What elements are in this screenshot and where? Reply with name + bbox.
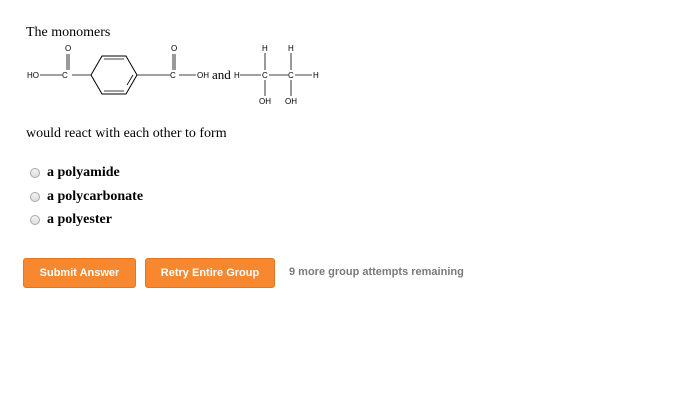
choice-label: a polycarbonate [47, 189, 144, 204]
h-label-left: H [234, 71, 240, 80]
attempts-remaining-text: 9 more group attempts remaining [289, 266, 464, 278]
carbon-label-2: C [170, 71, 176, 80]
monomer-structures: HO C O C O OH and H C H OH C H OH H [27, 44, 319, 106]
h-label-top-2: H [288, 44, 294, 53]
ho-label: HO [27, 71, 39, 80]
submit-answer-button[interactable]: Submit Answer [23, 258, 136, 288]
oxygen-label-1: O [65, 44, 71, 53]
choice-polycarbonate[interactable]: a polycarbonate [30, 189, 143, 205]
h-label-top-1: H [262, 44, 268, 53]
ethylene-glycol-structure: H C H OH C H OH H [234, 44, 319, 106]
choice-label: a polyamide [47, 165, 120, 180]
oh-label-2: OH [285, 97, 297, 106]
oh-label: OH [197, 71, 209, 80]
radio-button[interactable] [30, 215, 40, 225]
question-intro: The monomers [26, 25, 111, 40]
choice-polyester[interactable]: a polyester [30, 212, 112, 228]
choice-label: a polyester [47, 212, 112, 227]
terephthalic-acid-structure: HO C O C O OH [27, 44, 209, 95]
carbon-label-1: C [62, 71, 68, 80]
oh-label-1: OH [259, 97, 271, 106]
carbon-label-4: C [288, 71, 294, 80]
radio-button[interactable] [30, 168, 40, 178]
choice-polyamide[interactable]: a polyamide [30, 165, 120, 181]
h-label-right: H [313, 71, 319, 80]
question-outro: would react with each other to form [26, 126, 227, 141]
and-text: and [212, 67, 231, 82]
retry-entire-group-button[interactable]: Retry Entire Group [145, 258, 275, 288]
radio-button[interactable] [30, 192, 40, 202]
oxygen-label-2: O [171, 44, 177, 53]
carbon-label-3: C [262, 71, 268, 80]
